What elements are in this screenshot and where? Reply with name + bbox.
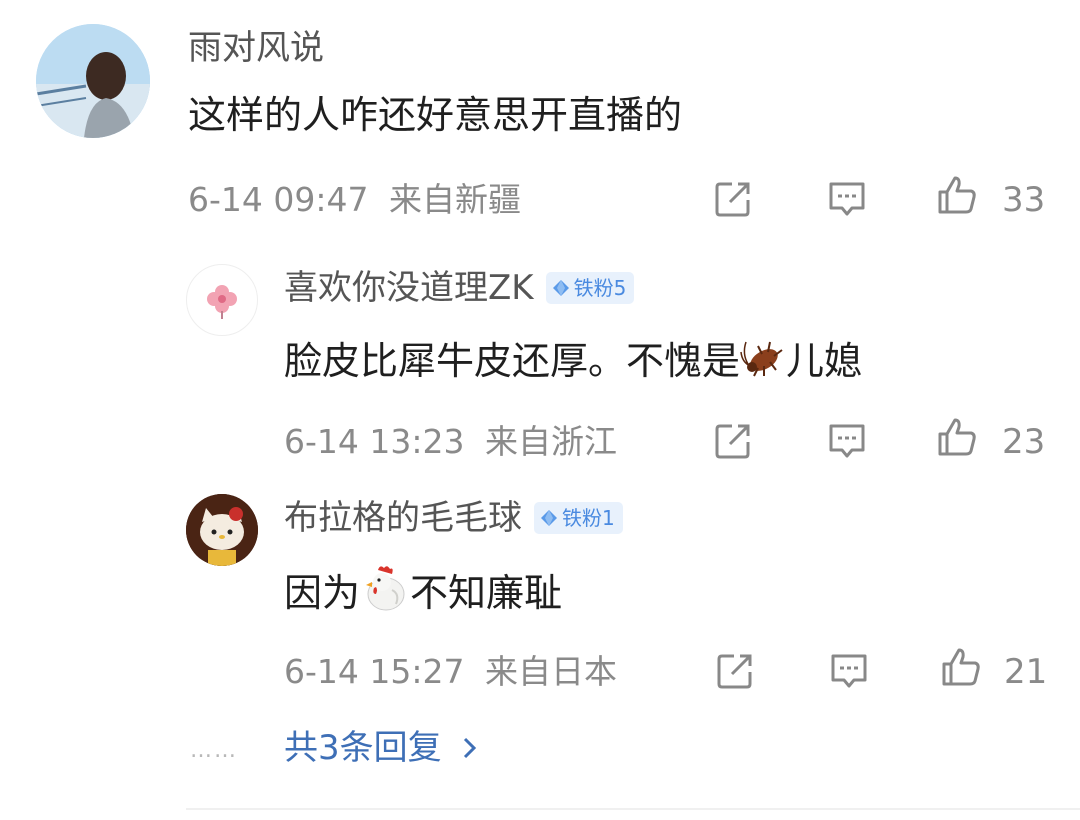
fan-badge: 铁粉1 xyxy=(534,502,623,534)
fan-badge: 铁粉5 xyxy=(545,272,635,304)
cockroach-emoji xyxy=(740,341,783,377)
reply-username-row: 布拉格的毛毛球 铁粉1 xyxy=(284,498,623,538)
share-icon[interactable] xyxy=(712,178,754,220)
like-count: 23 xyxy=(1002,422,1046,462)
reply-text: 脸皮比犀牛皮还厚。不愧是 儿媳 xyxy=(284,334,862,384)
chicken-emoji xyxy=(366,566,405,611)
username[interactable]: 雨对风说 xyxy=(188,28,324,68)
diamond-icon xyxy=(552,280,569,296)
avatar-photo xyxy=(36,24,150,138)
reply-text: 因为 不知廉耻 xyxy=(284,564,562,616)
like-count: 21 xyxy=(1004,652,1048,692)
timestamp: 6-14 09:47 xyxy=(188,180,369,219)
comment-meta: 6-14 09:47 来自新疆 xyxy=(188,180,521,220)
share-icon[interactable] xyxy=(714,650,756,692)
cartoon-cat-avatar xyxy=(186,494,258,566)
thumbs-up-icon[interactable] xyxy=(936,174,978,216)
timestamp: 6-14 15:27 xyxy=(284,652,465,691)
thumbs-up-icon[interactable] xyxy=(940,646,982,688)
chevron-right-icon xyxy=(463,737,476,759)
username[interactable]: 布拉格的毛毛球 xyxy=(284,498,522,538)
comment-text: 这样的人咋还好意思开直播的 xyxy=(188,93,683,137)
avatar[interactable] xyxy=(186,494,258,566)
thumbs-up-icon[interactable] xyxy=(936,416,978,458)
comment-icon[interactable] xyxy=(828,650,870,692)
comment-icon[interactable] xyxy=(826,178,868,220)
location: 来自浙江 xyxy=(485,422,617,461)
location: 来自新疆 xyxy=(389,180,521,219)
reply-username-row: 喜欢你没道理ZK 铁粉5 xyxy=(284,268,635,308)
like-count: 33 xyxy=(1002,180,1046,220)
username[interactable]: 喜欢你没道理ZK xyxy=(284,268,534,308)
share-icon[interactable] xyxy=(712,420,754,462)
avatar[interactable] xyxy=(36,24,150,138)
divider xyxy=(186,808,1080,810)
avatar[interactable] xyxy=(186,264,258,336)
location: 来自日本 xyxy=(485,652,617,691)
reply-meta: 6-14 15:27 来自日本 xyxy=(284,652,617,692)
reply-meta: 6-14 13:23 来自浙江 xyxy=(284,422,617,462)
view-more-replies-link[interactable]: 共3条回复 xyxy=(284,728,480,768)
comment-icon[interactable] xyxy=(826,420,868,462)
more-dots: …… xyxy=(190,738,238,763)
timestamp: 6-14 13:23 xyxy=(284,422,465,461)
diamond-icon xyxy=(541,510,557,526)
flower-icon xyxy=(207,285,237,319)
